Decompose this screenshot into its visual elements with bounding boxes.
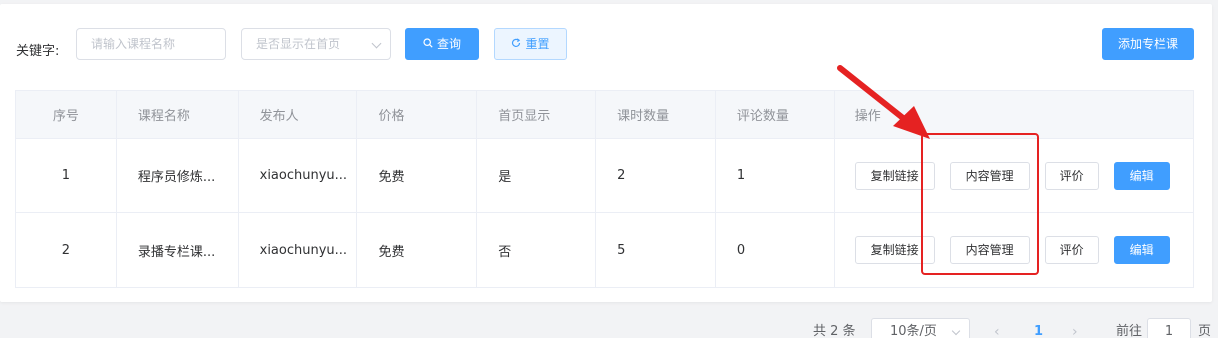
content-manage-button[interactable]: 内容管理 — [949, 236, 1030, 264]
column-header: 首页显示 — [477, 91, 597, 138]
copy-link-button[interactable]: 复制链接 — [854, 236, 935, 264]
homepage-display: 否 — [477, 213, 597, 287]
column-header: 操作 — [854, 109, 881, 124]
keyword-label: 关键字: — [16, 44, 60, 59]
table-row: 1 程序员修炼... xiaochunyu... 免费 是 2 1 复制链接 内… — [16, 139, 1193, 213]
next-page-icon[interactable]: › — [1072, 318, 1078, 338]
edit-button[interactable]: 编辑 — [1113, 236, 1170, 264]
add-course-button[interactable]: 添加专栏课 — [1102, 28, 1194, 60]
content-manage-button[interactable]: 内容管理 — [949, 161, 1030, 190]
goto-label: 前往 — [1116, 324, 1143, 338]
refresh-icon — [511, 30, 521, 60]
goto-page-input[interactable]: 1 — [1147, 318, 1191, 338]
publisher: xiaochunyu... — [239, 139, 358, 212]
course-name-input[interactable]: 请输入课程名称 — [76, 28, 226, 60]
column-header: 发布人 — [239, 91, 358, 138]
prev-page-icon[interactable]: ‹ — [994, 318, 1000, 338]
row-actions: 复制链接 内容管理 评价 编辑 — [835, 213, 1193, 287]
homepage-display: 是 — [477, 139, 597, 212]
price: 免费 — [357, 213, 478, 287]
reset-button[interactable]: 重置 — [494, 28, 567, 60]
row-index: 1 — [16, 139, 117, 212]
row-actions: 复制链接 内容管理 评价 编辑 — [835, 139, 1193, 212]
chevron-down-icon — [371, 38, 382, 49]
course-name: 程序员修炼... — [117, 139, 239, 212]
review-button[interactable]: 评价 — [1044, 161, 1099, 190]
homepage-select-placeholder: 是否显示在首页 — [256, 37, 341, 51]
current-page[interactable]: 1 — [1034, 318, 1043, 338]
query-button-label: 查询 — [436, 37, 461, 51]
page-suffix: 页 — [1198, 324, 1212, 338]
comment-count: 0 — [716, 213, 835, 287]
column-header: 课时数量 — [596, 91, 716, 138]
lesson-count: 5 — [596, 213, 716, 287]
page-size-value: 10条/页 — [890, 324, 937, 338]
table-row: 2 录播专栏课... xiaochunyu... 免费 否 5 0 复制链接 内… — [16, 213, 1193, 287]
page-size-select[interactable]: 10条/页 — [871, 318, 970, 338]
homepage-display-select[interactable]: 是否显示在首页 — [241, 28, 391, 60]
table-header: 序号 课程名称 发布人 价格 首页显示 课时数量 评论数量 操作 — [16, 91, 1193, 139]
row-index: 2 — [16, 213, 117, 287]
column-header: 序号 — [16, 91, 117, 138]
course-table: 序号 课程名称 发布人 价格 首页显示 课时数量 评论数量 操作 1 程序员修炼… — [15, 90, 1194, 288]
column-header: 评论数量 — [716, 91, 835, 138]
column-header: 价格 — [357, 91, 478, 138]
chevron-down-icon — [951, 326, 961, 336]
query-button[interactable]: 查询 — [405, 28, 479, 60]
publisher: xiaochunyu... — [239, 213, 358, 287]
copy-link-button[interactable]: 复制链接 — [854, 161, 935, 190]
price: 免费 — [357, 139, 478, 212]
comment-count: 1 — [716, 139, 835, 212]
review-button[interactable]: 评价 — [1044, 236, 1099, 264]
edit-button[interactable]: 编辑 — [1113, 161, 1170, 190]
course-name: 录播专栏课... — [117, 213, 239, 287]
column-header: 课程名称 — [117, 91, 239, 138]
search-icon — [423, 30, 433, 60]
pagination-total: 共 2 条 — [813, 324, 856, 338]
lesson-count: 2 — [596, 139, 716, 212]
reset-button-label: 重置 — [525, 37, 550, 51]
